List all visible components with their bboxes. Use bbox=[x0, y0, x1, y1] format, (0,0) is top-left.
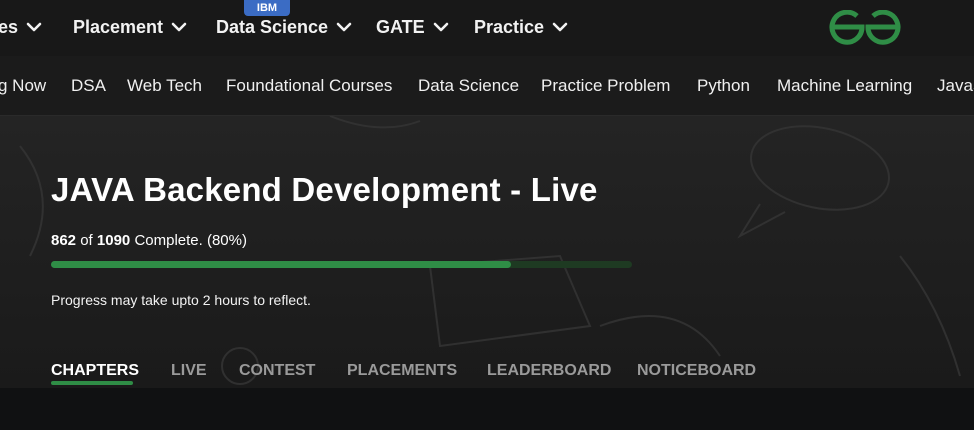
subnav-item-javascript[interactable]: JavaS bbox=[937, 76, 974, 96]
tab-placements[interactable]: PLACEMENTS bbox=[347, 362, 457, 380]
content-area bbox=[0, 388, 974, 430]
chevron-down-icon bbox=[433, 22, 448, 32]
secondary-navigation: g Now DSA Web Tech Foundational Courses … bbox=[0, 56, 974, 116]
tab-noticeboard[interactable]: NOTICEBOARD bbox=[637, 362, 756, 380]
nav-item-placement[interactable]: Placement bbox=[73, 14, 187, 40]
subnav-item-dsa[interactable]: DSA bbox=[71, 76, 106, 96]
subnav-item-practice-problem[interactable]: Practice Problem bbox=[541, 76, 670, 96]
progress-summary: 862 of 1090 Complete. (80%) bbox=[51, 232, 247, 249]
nav-item-label: Practice bbox=[474, 16, 545, 37]
progress-note: Progress may take upto 2 hours to reflec… bbox=[51, 292, 311, 308]
progress-bar bbox=[51, 261, 632, 268]
nav-item-data-science[interactable]: Data Science bbox=[216, 14, 352, 40]
chevron-down-icon bbox=[552, 22, 568, 32]
subnav-item-foundational-courses[interactable]: Foundational Courses bbox=[226, 76, 392, 96]
tab-live[interactable]: LIVE bbox=[171, 362, 207, 380]
nav-item-label: Data Science bbox=[216, 16, 329, 37]
tab-chapters[interactable]: CHAPTERS bbox=[51, 362, 139, 380]
tab-leaderboard[interactable]: LEADERBOARD bbox=[487, 362, 611, 380]
background-doodles bbox=[19, 116, 961, 385]
nav-item-label: es bbox=[0, 16, 19, 37]
chevron-down-icon bbox=[26, 22, 42, 32]
nav-item-courses[interactable]: es bbox=[0, 14, 42, 40]
geeksforgeeks-logo[interactable] bbox=[826, 10, 904, 46]
nav-item-practice[interactable]: Practice bbox=[474, 14, 568, 40]
subnav-item-python[interactable]: Python bbox=[697, 76, 750, 96]
subnav-item[interactable]: g Now bbox=[0, 76, 46, 96]
of-text: of bbox=[80, 232, 93, 249]
complete-percent: Complete. (80%) bbox=[134, 232, 247, 249]
course-hero: JAVA Backend Development - Live 862 of 1… bbox=[0, 116, 974, 388]
subnav-item-machine-learning[interactable]: Machine Learning bbox=[777, 76, 912, 96]
total-count: 1090 bbox=[96, 232, 131, 249]
nav-item-label: Placement bbox=[73, 16, 164, 37]
tab-contest[interactable]: CONTEST bbox=[239, 362, 315, 380]
course-title: JAVA Backend Development - Live bbox=[51, 171, 598, 208]
top-navigation: IBM es Placement Data Science GATE Pract… bbox=[0, 0, 974, 56]
nav-item-label: GATE bbox=[376, 16, 425, 37]
active-tab-indicator bbox=[51, 381, 133, 385]
completed-count: 862 bbox=[51, 232, 77, 249]
chevron-down-icon bbox=[336, 22, 352, 32]
nav-item-gate[interactable]: GATE bbox=[376, 14, 449, 40]
progress-bar-fill bbox=[51, 261, 511, 268]
chevron-down-icon bbox=[171, 22, 187, 32]
subnav-item-web-tech[interactable]: Web Tech bbox=[127, 76, 202, 96]
subnav-item-data-science[interactable]: Data Science bbox=[418, 76, 519, 96]
